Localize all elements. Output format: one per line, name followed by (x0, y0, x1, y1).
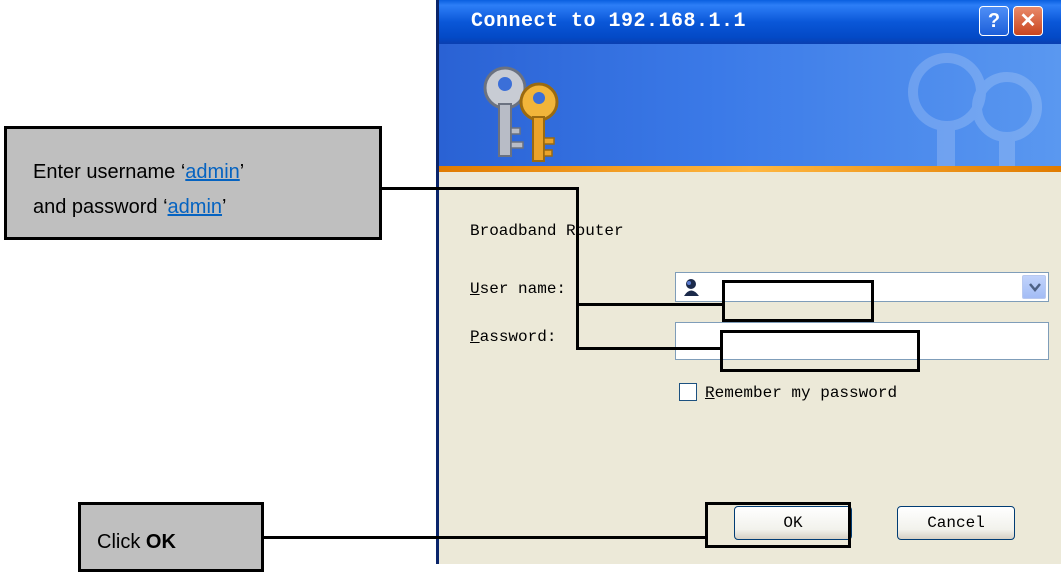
user-icon (684, 279, 699, 296)
help-button[interactable]: ? (979, 6, 1009, 36)
dialog-title: Connect to 192.168.1.1 (471, 10, 747, 33)
keys-icon (483, 66, 559, 162)
dialog-banner (439, 44, 1061, 172)
username-dropdown-button[interactable] (1022, 275, 1046, 299)
callout-line-2: and password ‘admin’ (33, 196, 227, 218)
callout-line-1: Enter username ‘admin’ (33, 161, 245, 183)
close-icon: ✕ (1019, 10, 1037, 32)
realm-label: Broadband Router (470, 222, 624, 240)
banner-stripe (439, 166, 1061, 172)
help-icon: ? (987, 10, 1001, 32)
credentials-callout: Enter username ‘admin’ and password ‘adm… (4, 126, 382, 240)
remember-password-checkbox[interactable] (679, 383, 697, 401)
connector-line (262, 536, 707, 539)
ok-highlight-box (705, 502, 851, 548)
click-ok-callout: Click OK (78, 502, 264, 572)
connector-line (380, 187, 577, 190)
password-highlight-box (720, 330, 920, 372)
cancel-button[interactable]: Cancel (897, 506, 1015, 540)
close-button[interactable]: ✕ (1013, 6, 1043, 36)
chevron-down-icon (1029, 283, 1041, 292)
admin-username-link[interactable]: admin (185, 161, 239, 183)
admin-password-link[interactable]: admin (168, 196, 222, 218)
username-highlight-box (722, 280, 874, 322)
password-label: Password: (470, 328, 557, 346)
remember-password-label[interactable]: Remember my password (705, 384, 897, 402)
connector-line (576, 347, 722, 350)
keys-watermark-icon (908, 53, 1042, 172)
connector-line (576, 303, 724, 306)
username-label: User name: (470, 280, 567, 298)
title-bar[interactable]: Connect to 192.168.1.1 ? ✕ (439, 0, 1061, 44)
connector-line (576, 187, 579, 350)
